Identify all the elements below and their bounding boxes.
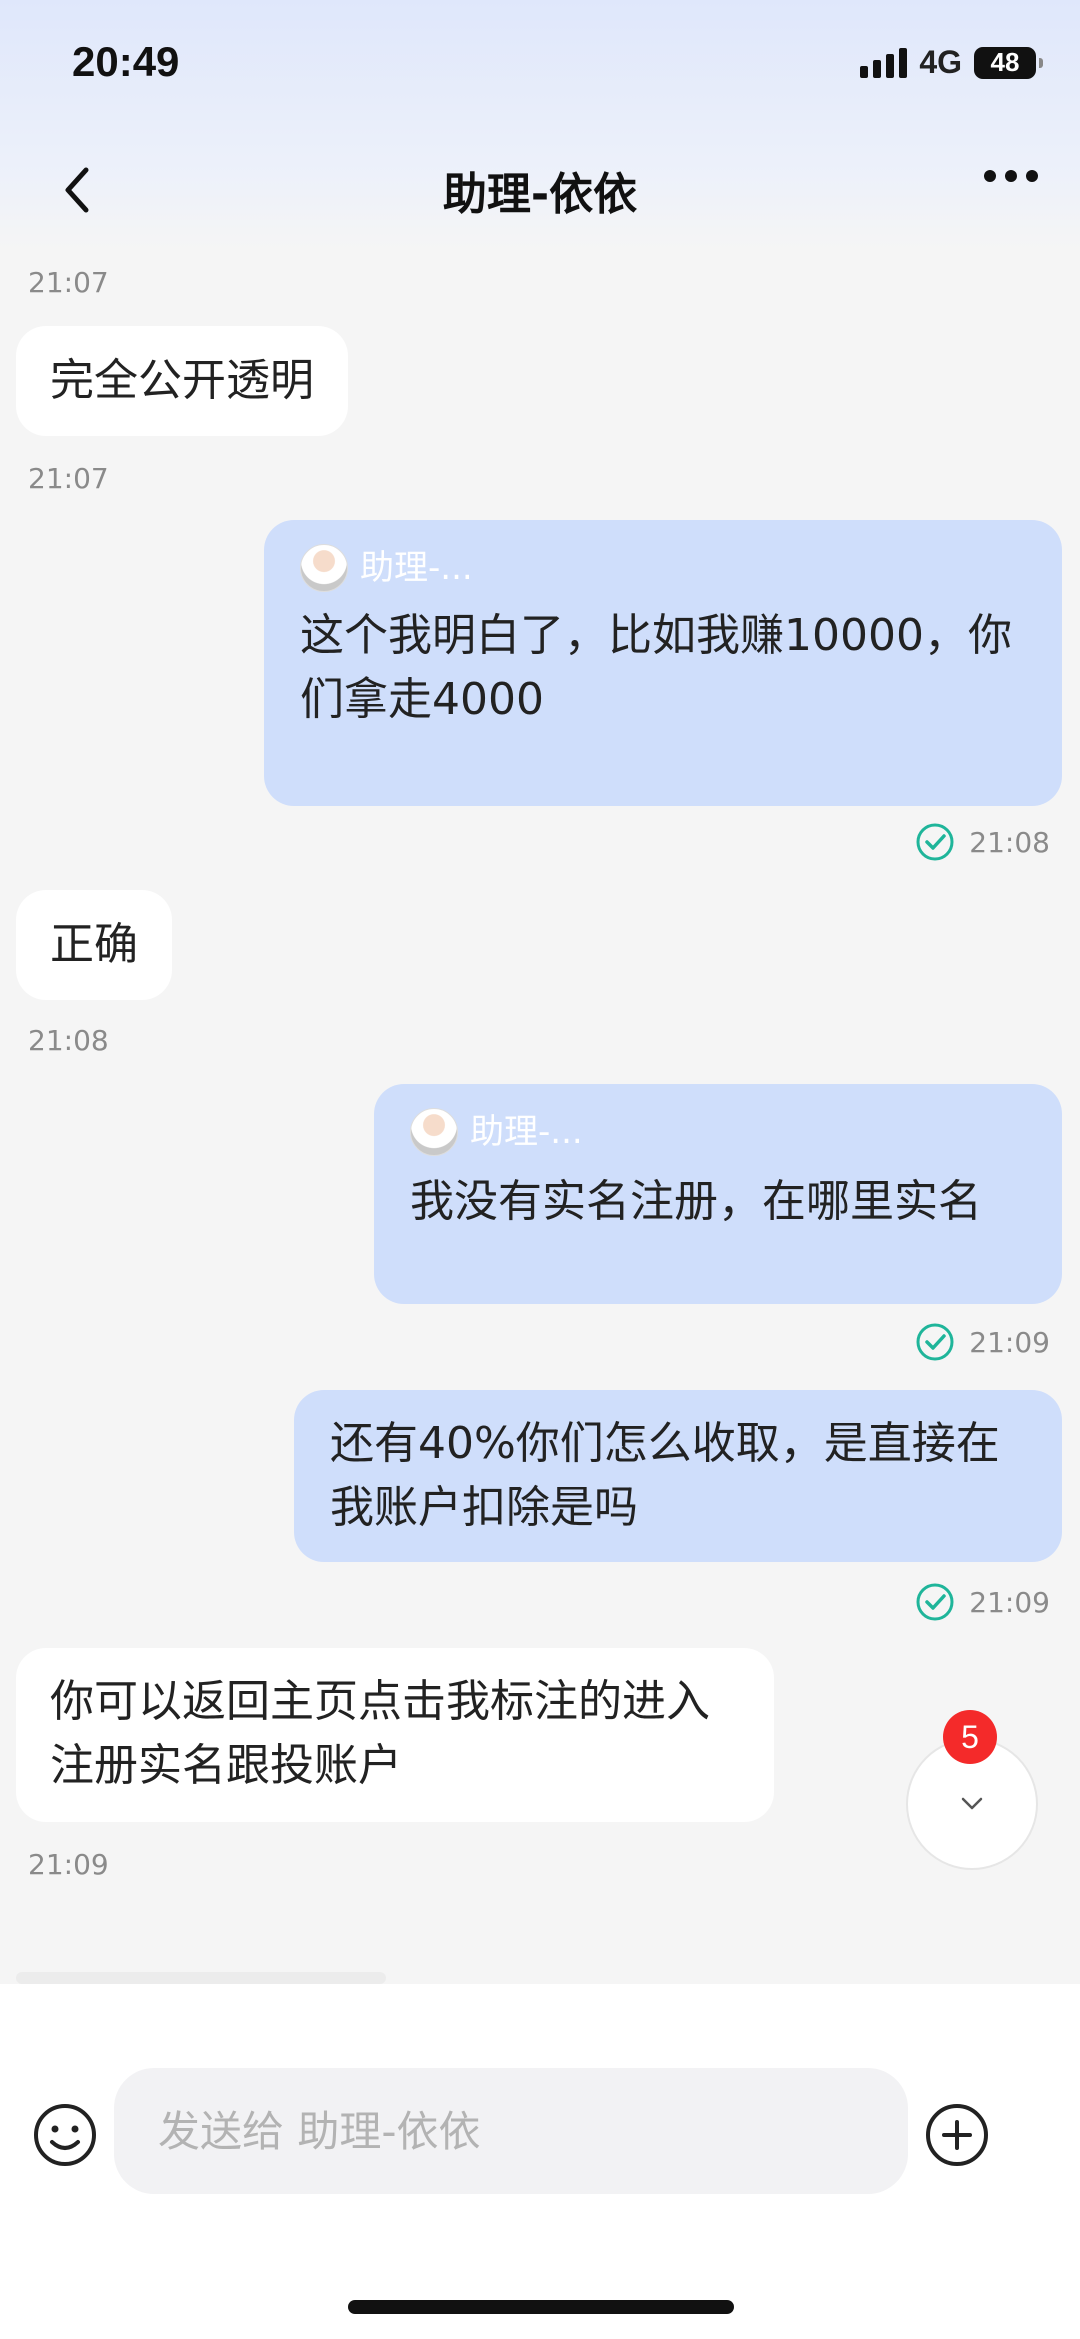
message-status: 21:08 [915, 822, 1050, 862]
message-input[interactable] [114, 2068, 908, 2194]
quoted-name: 助理-... [470, 1112, 583, 1152]
status-indicators: 4G 48 [860, 44, 1043, 81]
avatar [300, 544, 348, 592]
read-check-icon [916, 1583, 954, 1621]
message-text: 你可以返回主页点击我标注的进入注册实名跟投账户 [50, 1676, 710, 1791]
outgoing-message[interactable]: 助理-... 我没有实名注册，在哪里实名 [374, 1084, 1062, 1304]
battery-icon: 48 [974, 46, 1043, 79]
partial-message-card [16, 1972, 386, 1984]
message-time: 21:08 [969, 825, 1050, 859]
message-timestamp: 21:07 [28, 266, 109, 299]
chat-title: 助理-依依 [442, 169, 638, 220]
read-check-icon [916, 1323, 954, 1361]
more-dot-icon [984, 170, 996, 182]
unread-count-badge: 5 [943, 1710, 997, 1764]
incoming-message[interactable]: 你可以返回主页点击我标注的进入注册实名跟投账户 [16, 1648, 774, 1822]
status-time: 20:49 [72, 38, 180, 85]
emoji-button[interactable] [30, 2100, 100, 2170]
more-options-button[interactable] [984, 170, 1038, 182]
quoted-name: 助理-... [360, 548, 473, 588]
chevron-down-icon [961, 1797, 983, 1810]
message-text: 我没有实名注册，在哪里实名 [410, 1176, 982, 1227]
read-check-icon [916, 823, 954, 861]
message-status: 21:09 [915, 1582, 1050, 1622]
message-text: 正确 [50, 919, 138, 970]
battery-level: 48 [990, 47, 1020, 77]
incoming-message[interactable]: 完全公开透明 [16, 326, 348, 436]
message-text: 完全公开透明 [50, 355, 314, 406]
incoming-message[interactable]: 正确 [16, 890, 172, 1000]
quoted-reply[interactable]: 助理-... [410, 1102, 1026, 1162]
quoted-reply[interactable]: 助理-... [300, 538, 1026, 598]
home-indicator [348, 2300, 734, 2314]
signal-icon [860, 47, 908, 78]
message-time: 21:09 [969, 1585, 1050, 1619]
message-time: 21:09 [969, 1325, 1050, 1359]
network-label: 4G [919, 44, 962, 80]
avatar [410, 1108, 458, 1156]
message-text: 这个我明白了，比如我赚10000，你们拿走4000 [300, 610, 1012, 725]
outgoing-message[interactable]: 助理-... 这个我明白了，比如我赚10000，你们拿走4000 [264, 520, 1062, 806]
outgoing-message[interactable]: 还有40%你们怎么收取，是直接在我账户扣除是吗 [294, 1390, 1062, 1562]
message-timestamp: 21:09 [28, 1848, 109, 1881]
add-attachment-button[interactable] [922, 2100, 992, 2170]
more-dot-icon [1026, 170, 1038, 182]
message-timestamp: 21:07 [28, 462, 109, 495]
message-status: 21:09 [915, 1322, 1050, 1362]
message-text: 还有40%你们怎么收取，是直接在我账户扣除是吗 [330, 1418, 1000, 1533]
smiley-icon [34, 2104, 96, 2166]
message-timestamp: 21:08 [28, 1024, 109, 1057]
more-dot-icon [1005, 170, 1017, 182]
plus-circle-icon [926, 2104, 988, 2166]
